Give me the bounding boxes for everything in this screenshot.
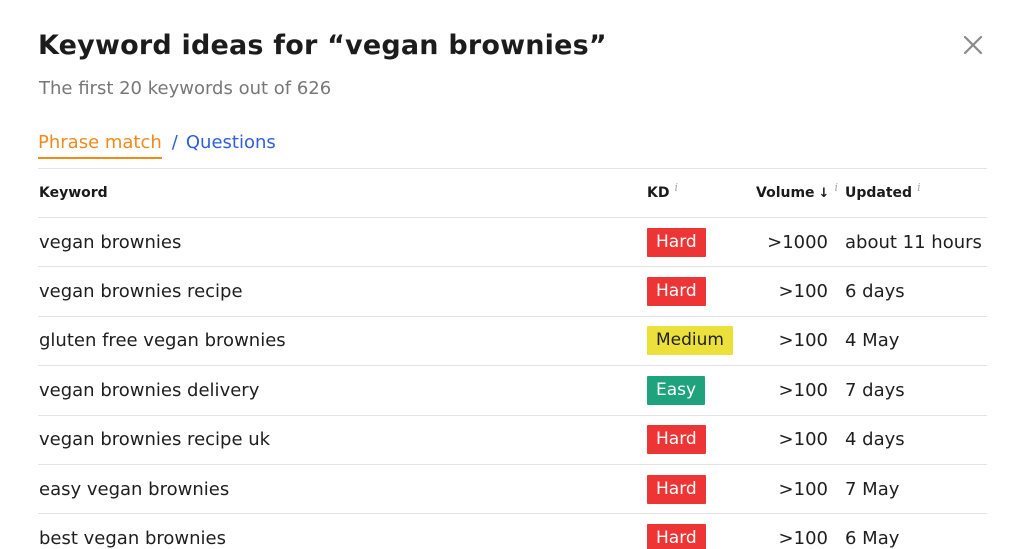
column-header-volume[interactable]: Volume ↓ i	[756, 169, 838, 217]
table-row[interactable]: vegan brownies delivery Easy >100 7 days	[38, 365, 987, 414]
modal-subtitle: The first 20 keywords out of 626	[39, 78, 332, 99]
kd-badge: Hard	[647, 227, 706, 257]
volume-value: >100	[778, 478, 828, 500]
updated-value: 4 May	[845, 330, 900, 352]
table-row[interactable]: vegan brownies Hard >1000 about 11 hours	[38, 217, 987, 266]
arrow-down-icon: ↓	[818, 185, 830, 201]
close-button[interactable]	[960, 32, 986, 58]
kd-badge: Hard	[647, 474, 706, 504]
close-icon	[963, 35, 983, 55]
volume-value: >100	[778, 330, 828, 352]
info-icon[interactable]: i	[834, 181, 838, 194]
keyword-text[interactable]: vegan brownies recipe uk	[39, 429, 270, 450]
updated-value: 6 May	[845, 528, 900, 549]
column-header-kd[interactable]: KD i	[647, 169, 678, 217]
table-row[interactable]: best vegan brownies Hard >100 6 May	[38, 513, 987, 549]
column-header-keyword-label: Keyword	[39, 185, 108, 201]
volume-value: >100	[778, 379, 828, 401]
kd-badge: Hard	[647, 425, 706, 455]
info-icon[interactable]: i	[674, 181, 678, 194]
table-row[interactable]: gluten free vegan brownies Medium >100 4 Ma…	[38, 315, 987, 365]
tab-questions[interactable]: Questions	[186, 132, 276, 153]
column-header-kd-label: KD	[647, 185, 670, 201]
table-row[interactable]: vegan brownies recipe Hard >100 6 days	[38, 266, 987, 315]
updated-value: 7 May	[845, 478, 900, 500]
kd-badge: Easy	[647, 375, 706, 405]
updated-value: 7 days	[845, 379, 905, 401]
volume-value: >100	[778, 528, 828, 549]
keyword-text[interactable]: vegan brownies recipe	[39, 281, 243, 302]
kd-badge: Medium	[647, 326, 733, 356]
updated-value: 6 days	[845, 281, 905, 303]
keywords-table: Keyword KD i Volume ↓ i Updated i vegan …	[38, 168, 987, 549]
volume-value: >100	[778, 429, 828, 451]
keyword-text[interactable]: best vegan brownies	[39, 528, 226, 549]
tab-phrase-match[interactable]: Phrase match	[38, 132, 162, 159]
table-row[interactable]: easy vegan brownies Hard >100 7 May	[38, 463, 987, 513]
kd-badge: Hard	[647, 277, 706, 307]
column-header-updated-label: Updated	[845, 185, 913, 201]
table-body: vegan brownies Hard >1000 about 11 hours veg…	[38, 217, 987, 549]
column-header-updated[interactable]: Updated i	[845, 169, 921, 217]
match-tabs: Phrase match / Questions	[38, 132, 276, 162]
keyword-text[interactable]: gluten free vegan brownies	[39, 330, 286, 351]
volume-value: >100	[778, 281, 828, 303]
column-header-keyword[interactable]: Keyword	[39, 169, 108, 217]
column-header-volume-label: Volume	[756, 185, 815, 201]
tab-separator: /	[171, 132, 178, 153]
updated-value: 4 days	[845, 429, 905, 451]
volume-value: >1000	[767, 231, 828, 253]
keyword-text[interactable]: vegan brownies delivery	[39, 380, 259, 401]
info-icon[interactable]: i	[917, 181, 921, 194]
modal-title: Keyword ideas for “vegan brownies”	[38, 30, 607, 61]
table-header-row: Keyword KD i Volume ↓ i Updated i	[38, 168, 987, 217]
table-row[interactable]: vegan brownies recipe uk Hard >100 4 days	[38, 414, 987, 464]
keyword-text[interactable]: easy vegan brownies	[39, 479, 229, 500]
keyword-ideas-modal: Keyword ideas for “vegan brownies” The f…	[0, 0, 1024, 549]
kd-badge: Hard	[647, 524, 706, 549]
updated-value: about 11 hours	[845, 231, 982, 253]
keyword-text[interactable]: vegan brownies	[39, 232, 181, 253]
